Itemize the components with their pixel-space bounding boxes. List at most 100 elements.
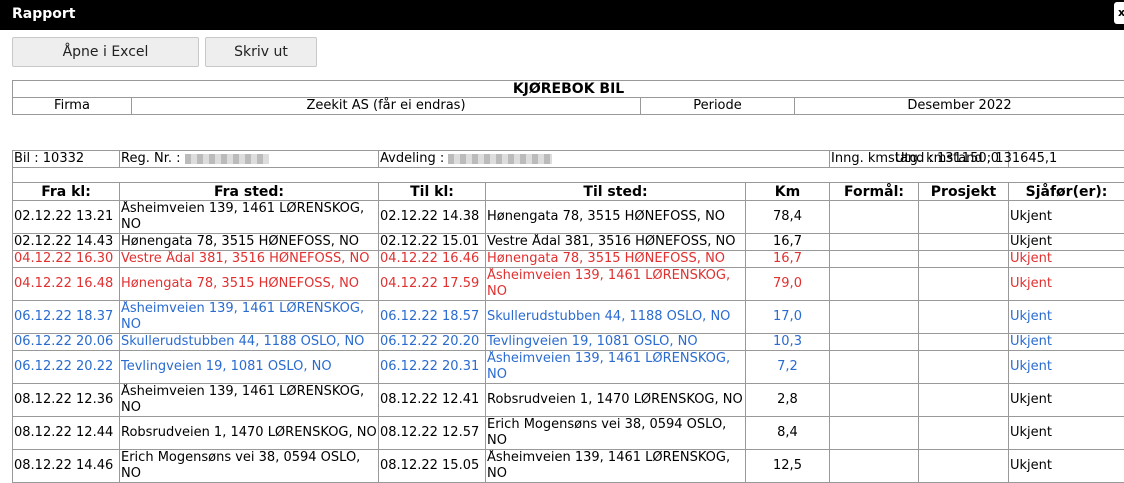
cell-sjafor: Ukjent — [1009, 301, 1124, 334]
cell-til-kl: 04.12.22 16.46 — [379, 251, 486, 268]
cell-prosjekt — [919, 301, 1009, 334]
cell-prosjekt — [919, 334, 1009, 351]
table-row: 02.12.22 14.43Hønengata 78, 3515 HØNEFOS… — [13, 234, 1124, 251]
cell-fra-kl: 06.12.22 20.06 — [13, 334, 120, 351]
cell-formal — [830, 234, 919, 251]
cell-til-kl: 08.12.22 12.41 — [379, 384, 486, 417]
cell-sjafor: Ukjent — [1009, 201, 1124, 234]
trip-log-table: Bil : 10332 Reg. Nr. : Avdeling : Inng. … — [12, 150, 1124, 483]
cell-fra-sted: Hønengata 78, 3515 HØNEFOSS, NO — [120, 234, 379, 251]
cell-prosjekt — [919, 417, 1009, 450]
cell-sjafor: Ukjent — [1009, 334, 1124, 351]
redacted-reg-nr — [185, 154, 269, 164]
table-row: 08.12.22 12.44Robsrudveien 1, 1470 LØREN… — [13, 417, 1124, 450]
cell-fra-sted: Hønengata 78, 3515 HØNEFOSS, NO — [120, 268, 379, 301]
cell-fra-sted: Robsrudveien 1, 1470 LØRENSKOG, NO — [120, 417, 379, 450]
firma-label: Firma — [13, 98, 132, 115]
cell-til-kl: 02.12.22 14.38 — [379, 201, 486, 234]
cell-km: 2,8 — [746, 384, 830, 417]
cell-fra-kl: 02.12.22 14.43 — [13, 234, 120, 251]
utg-kmstand-text: Utg. kmstand : 131645,1 — [895, 151, 1057, 167]
cell-fra-sted: Vestre Ådal 381, 3516 HØNEFOSS, NO — [120, 251, 379, 268]
report-header-table: KJØREBOK BIL Firma Zeekit AS (får ei end… — [12, 80, 1124, 115]
cell-prosjekt — [919, 251, 1009, 268]
cell-fra-kl: 08.12.22 12.36 — [13, 384, 120, 417]
avdeling-cell: Avdeling : — [379, 151, 830, 168]
cell-fra-sted: Åsheimveien 139, 1461 LØRENSKOG, NO — [120, 201, 379, 234]
cell-km: 17,0 — [746, 301, 830, 334]
print-button[interactable]: Skriv ut — [205, 37, 317, 67]
cell-fra-sted: Skullerudstubben 44, 1188 OSLO, NO — [120, 334, 379, 351]
cell-til-sted: Åsheimveien 139, 1461 LØRENSKOG, NO — [486, 450, 746, 483]
cell-km: 79,0 — [746, 268, 830, 301]
spacer-row — [13, 168, 1124, 183]
periode-value: Desember 2022 — [795, 98, 1124, 115]
cell-til-sted: Vestre Ådal 381, 3516 HØNEFOSS, NO — [486, 234, 746, 251]
cell-sjafor: Ukjent — [1009, 417, 1124, 450]
cell-km: 16,7 — [746, 234, 830, 251]
cell-til-kl: 02.12.22 15.01 — [379, 234, 486, 251]
cell-km: 10,3 — [746, 334, 830, 351]
table-row: 08.12.22 14.46Erich Mogensøns vei 38, 05… — [13, 450, 1124, 483]
cell-til-sted: Skullerudstubben 44, 1188 OSLO, NO — [486, 301, 746, 334]
window-titlebar: Rapport x — [0, 0, 1124, 30]
cell-km: 7,2 — [746, 351, 830, 384]
col-km: Km — [746, 183, 830, 201]
cell-formal — [830, 334, 919, 351]
col-fra-kl: Fra kl: — [13, 183, 120, 201]
col-til-kl: Til kl: — [379, 183, 486, 201]
cell-sjafor: Ukjent — [1009, 351, 1124, 384]
cell-formal — [830, 450, 919, 483]
cell-prosjekt — [919, 384, 1009, 417]
table-row: 08.12.22 12.36Åsheimveien 139, 1461 LØRE… — [13, 384, 1124, 417]
cell-formal — [830, 268, 919, 301]
cell-til-sted: Hønengata 78, 3515 HØNEFOSS, NO — [486, 201, 746, 234]
avdeling-label: Avdeling : — [380, 151, 444, 166]
cell-til-sted: Åsheimveien 139, 1461 LØRENSKOG, NO — [486, 268, 746, 301]
cell-til-kl: 06.12.22 20.20 — [379, 334, 486, 351]
cell-til-sted: Åsheimveien 139, 1461 LØRENSKOG, NO — [486, 351, 746, 384]
report-heading: KJØREBOK BIL — [13, 81, 1124, 98]
cell-fra-kl: 04.12.22 16.48 — [13, 268, 120, 301]
cell-fra-kl: 08.12.22 12.44 — [13, 417, 120, 450]
cell-sjafor: Ukjent — [1009, 384, 1124, 417]
table-row: 02.12.22 13.21Åsheimveien 139, 1461 LØRE… — [13, 201, 1124, 234]
cell-formal — [830, 201, 919, 234]
cell-km: 78,4 — [746, 201, 830, 234]
cell-fra-kl: 02.12.22 13.21 — [13, 201, 120, 234]
cell-km: 8,4 — [746, 417, 830, 450]
cell-til-sted: Erich Mogensøns vei 38, 0594 OSLO, NO — [486, 417, 746, 450]
table-row: 06.12.22 20.06Skullerudstubben 44, 1188 … — [13, 334, 1124, 351]
cell-formal — [830, 251, 919, 268]
col-prosjekt: Prosjekt — [919, 183, 1009, 201]
cell-til-kl: 06.12.22 18.57 — [379, 301, 486, 334]
cell-til-sted: Robsrudveien 1, 1470 LØRENSKOG, NO — [486, 384, 746, 417]
window-title: Rapport — [12, 6, 76, 22]
open-in-excel-button[interactable]: Åpne i Excel — [12, 37, 199, 67]
cell-sjafor: Ukjent — [1009, 251, 1124, 268]
cell-formal — [830, 351, 919, 384]
cell-fra-kl: 06.12.22 20.22 — [13, 351, 120, 384]
cell-til-sted: Tevlingveien 19, 1081 OSLO, NO — [486, 334, 746, 351]
redacted-avdeling — [448, 154, 552, 164]
cell-fra-kl: 08.12.22 14.46 — [13, 450, 120, 483]
cell-fra-kl: 06.12.22 18.37 — [13, 301, 120, 334]
table-row: 04.12.22 16.30Vestre Ådal 381, 3516 HØNE… — [13, 251, 1124, 268]
cell-formal — [830, 417, 919, 450]
table-row: 04.12.22 16.48Hønengata 78, 3515 HØNEFOS… — [13, 268, 1124, 301]
cell-til-kl: 08.12.22 12.57 — [379, 417, 486, 450]
table-row: 06.12.22 20.22Tevlingveien 19, 1081 OSLO… — [13, 351, 1124, 384]
cell-prosjekt — [919, 351, 1009, 384]
cell-formal — [830, 301, 919, 334]
cell-prosjekt — [919, 450, 1009, 483]
cell-sjafor: Ukjent — [1009, 450, 1124, 483]
cell-fra-sted: Tevlingveien 19, 1081 OSLO, NO — [120, 351, 379, 384]
column-header-row: Fra kl: Fra sted: Til kl: Til sted: Km F… — [13, 183, 1124, 201]
close-button[interactable]: x — [1114, 2, 1124, 24]
cell-til-kl: 06.12.22 20.31 — [379, 351, 486, 384]
vehicle-info-row: Bil : 10332 Reg. Nr. : Avdeling : Inng. … — [13, 151, 1124, 168]
cell-prosjekt — [919, 201, 1009, 234]
cell-fra-sted: Åsheimveien 139, 1461 LØRENSKOG, NO — [120, 384, 379, 417]
cell-km: 16,7 — [746, 251, 830, 268]
reg-nr-label: Reg. Nr. : — [121, 151, 180, 166]
